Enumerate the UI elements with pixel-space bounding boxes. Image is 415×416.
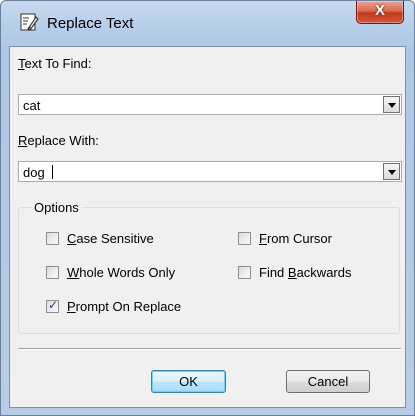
checkbox-box[interactable]: [238, 232, 251, 245]
find-combo[interactable]: cat: [18, 94, 402, 115]
case-sensitive-checkbox[interactable]: Case Sensitive: [46, 231, 206, 247]
checkbox-label: Whole Words Only: [67, 265, 176, 280]
chevron-down-icon[interactable]: [383, 96, 400, 113]
find-label: Text To Find:: [18, 56, 92, 71]
text-cursor: [52, 165, 53, 179]
replace-value[interactable]: dog: [23, 165, 45, 180]
replace-text-dialog: Replace Text X Text To Find: cat Replace…: [0, 0, 415, 416]
ok-button[interactable]: OK: [151, 370, 226, 393]
checkbox-label: Find Backwards: [259, 265, 352, 280]
title-bar[interactable]: Replace Text X: [1, 1, 414, 47]
find-value[interactable]: cat: [23, 98, 40, 113]
checkbox-box[interactable]: [46, 266, 59, 279]
checkbox-box[interactable]: [238, 266, 251, 279]
separator: [18, 348, 401, 350]
close-button[interactable]: X: [356, 1, 404, 24]
options-legend: Options: [31, 200, 82, 215]
checkbox-box[interactable]: [46, 232, 59, 245]
find-backwards-checkbox[interactable]: Find Backwards: [238, 265, 388, 281]
dialog-body: Text To Find: cat Replace With: dog Opti…: [9, 46, 406, 408]
checkbox-label: Case Sensitive: [67, 231, 154, 246]
prompt-on-replace-checkbox[interactable]: Prompt On Replace: [46, 298, 226, 315]
checkbox-label: From Cursor: [259, 231, 332, 246]
cancel-button[interactable]: Cancel: [286, 370, 370, 393]
replace-text-icon: [20, 13, 39, 31]
from-cursor-checkbox[interactable]: From Cursor: [238, 231, 378, 247]
whole-words-only-checkbox[interactable]: Whole Words Only: [46, 265, 221, 281]
chevron-down-icon[interactable]: [383, 163, 400, 180]
window-title: Replace Text: [47, 15, 134, 32]
checkbox-box[interactable]: [46, 298, 59, 313]
replace-combo[interactable]: dog: [18, 161, 402, 182]
replace-label: Replace With:: [18, 133, 99, 148]
close-icon: X: [374, 2, 385, 19]
checkbox-label: Prompt On Replace: [67, 299, 182, 314]
